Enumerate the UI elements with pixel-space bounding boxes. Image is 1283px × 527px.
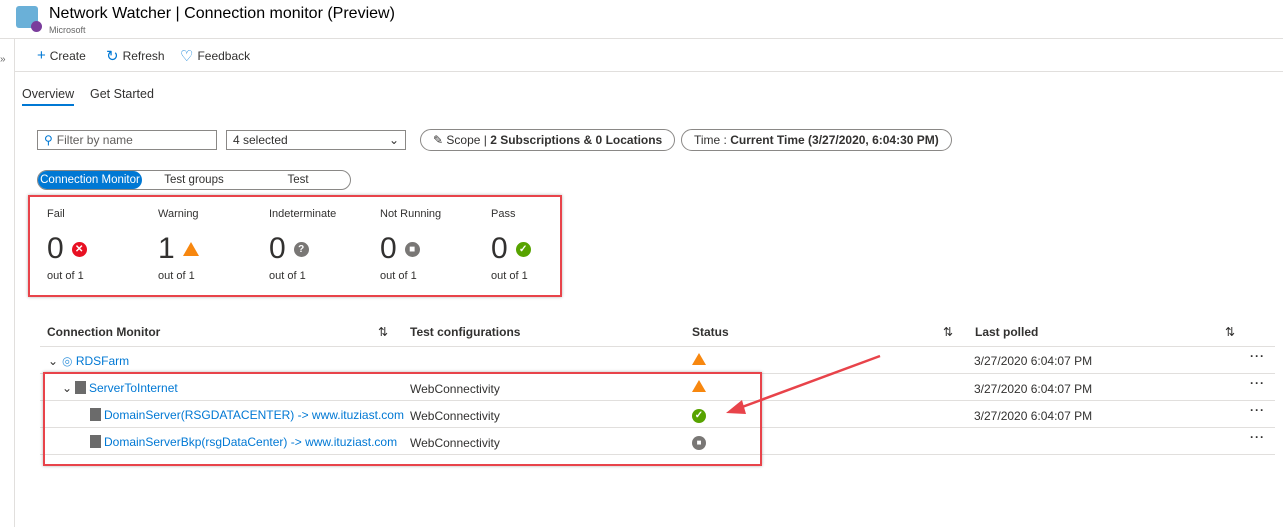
refresh-icon: ↻ (106, 48, 119, 65)
sort-icon[interactable]: ⇅ (943, 325, 953, 339)
view-test-groups[interactable]: Test groups (142, 171, 246, 189)
table-row[interactable]: ⌄ ◎ RDSFarm 3/27/2020 6:04:07 PM ··· (40, 347, 1275, 374)
annotation-arrow (726, 354, 881, 414)
stat-pass: Pass 0 ✓ out of 1 (491, 208, 601, 282)
more-options-icon[interactable]: ··· (1250, 349, 1265, 363)
page-title: Network Watcher | Connection monitor (Pr… (49, 5, 395, 22)
column-header-connection-monitor[interactable]: Connection Monitor (47, 325, 160, 339)
search-icon: ⚲ (44, 133, 53, 147)
tab-overview[interactable]: Overview (22, 87, 75, 106)
connection-monitor-icon: ◎ (62, 354, 76, 368)
feedback-button[interactable]: ♡ Feedback (180, 47, 250, 65)
refresh-button[interactable]: ↻ Refresh (106, 47, 165, 65)
warning-icon (692, 353, 706, 368)
expand-sidebar-icon[interactable]: » (0, 54, 6, 65)
connection-monitor-link[interactable]: ◎ RDSFarm (62, 354, 129, 368)
chevron-down-icon: ⌄ (388, 133, 399, 147)
column-header-last-polled[interactable]: Last polled (975, 325, 1038, 339)
divider (15, 71, 1283, 72)
stat-not-running: Not Running 0 ■ out of 1 (380, 208, 442, 282)
last-polled: 3/27/2020 6:04:07 PM (974, 354, 1093, 368)
question-icon: ? (293, 241, 309, 257)
divider (14, 38, 15, 527)
column-header-status[interactable]: Status (692, 325, 729, 339)
sort-icon[interactable]: ⇅ (378, 325, 388, 339)
sort-icon[interactable]: ⇅ (1225, 325, 1235, 339)
time-filter-button[interactable]: Time : Current Time (3/27/2020, 6:04:30 … (681, 129, 952, 151)
heart-icon: ♡ (180, 48, 194, 65)
plus-icon: + (37, 47, 46, 64)
last-polled: 3/27/2020 6:04:07 PM (974, 409, 1093, 423)
stat-warning: Warning 1 out of 1 (158, 208, 199, 282)
view-connection-monitor[interactable]: Connection Monitor (38, 171, 142, 189)
last-polled: 3/27/2020 6:04:07 PM (974, 382, 1093, 396)
check-icon: ✓ (515, 241, 531, 257)
page-subtitle: Microsoft (49, 25, 86, 35)
stat-fail: Fail 0 ✕ out of 1 (47, 208, 157, 282)
highlight-box (43, 372, 762, 466)
more-options-icon[interactable]: ··· (1250, 430, 1265, 444)
scope-filter-button[interactable]: ✎ Scope | 2 Subscriptions & 0 Locations (420, 129, 676, 151)
divider (0, 38, 1283, 39)
create-button[interactable]: + Create (37, 47, 86, 64)
selection-dropdown[interactable]: 4 selected ⌄ (226, 130, 406, 150)
more-options-icon[interactable]: ··· (1250, 376, 1265, 390)
pencil-icon: ✎ (433, 133, 447, 147)
view-test[interactable]: Test (246, 171, 350, 189)
stop-icon: ■ (404, 241, 420, 257)
column-header-test-configurations[interactable]: Test configurations (410, 325, 520, 339)
filter-by-name-input[interactable]: ⚲ Filter by name (37, 130, 217, 150)
fail-icon: ✕ (71, 241, 87, 257)
more-options-icon[interactable]: ··· (1250, 403, 1265, 417)
tab-get-started[interactable]: Get Started (90, 87, 154, 101)
stat-indeterminate: Indeterminate 0? out of 1 (269, 208, 337, 282)
network-watcher-logo (16, 6, 42, 32)
chevron-down-icon[interactable]: ⌄ (48, 354, 58, 368)
view-switcher[interactable]: Connection Monitor Test groups Test (37, 170, 351, 190)
warning-icon (182, 242, 199, 256)
